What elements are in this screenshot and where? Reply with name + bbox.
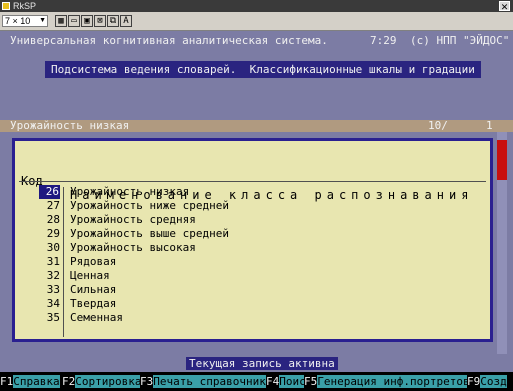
row-name: Урожайность высокая — [70, 241, 196, 254]
record-count: 10/ — [428, 119, 448, 132]
paste-button[interactable]: ▣ — [81, 15, 93, 27]
table-row[interactable]: 34 Твердая — [15, 297, 490, 311]
table-header: Код Наименование класса распознавания — [15, 160, 490, 202]
row-code: 32 — [46, 269, 60, 282]
scrollbar[interactable] — [497, 132, 507, 354]
font-button[interactable]: A — [120, 15, 132, 27]
function-key-bar: F1Справка F2Сортировка F3Печать справочн… — [0, 372, 513, 391]
scroll-thumb[interactable] — [497, 140, 507, 180]
font-size-select[interactable]: 7 × 10 ▼ — [2, 15, 48, 27]
table-row[interactable]: 27 Урожайность ниже средней — [15, 199, 490, 213]
row-name: Семенная — [70, 311, 123, 324]
toolbar: 7 × 10 ▼ ▦ ▭ ▣ ⊠ ⧉ A — [0, 12, 513, 31]
fkey-generate[interactable]: F5Генерация инф.портретов — [304, 375, 470, 389]
chevron-down-icon: ▼ — [39, 17, 46, 24]
system-header: Универсальная когнитивная аналитическая … — [0, 34, 513, 47]
table-row[interactable]: 29 Урожайность выше средней — [15, 227, 490, 241]
clock: 7:29 — [370, 34, 397, 47]
row-name: Урожайность низкая — [70, 185, 190, 198]
row-name: Рядовая — [70, 255, 117, 268]
record-bar: Урожайность низкая 10/ 1 — [0, 120, 513, 132]
row-code: 29 — [46, 227, 60, 240]
fkey-print[interactable]: F3Печать справочника — [140, 375, 273, 389]
table-row-selected[interactable]: 26 Урожайность низкая — [15, 185, 490, 199]
row-code: 34 — [46, 297, 60, 310]
table-row[interactable]: 30 Урожайность высокая — [15, 241, 490, 255]
header-divider — [19, 181, 486, 182]
copy-button[interactable]: ▭ — [68, 15, 80, 27]
row-name: Твердая — [70, 297, 117, 310]
row-name: Урожайность ниже средней — [70, 199, 229, 212]
current-record: Урожайность низкая — [10, 119, 130, 132]
copyright: (c) НПП "ЭЙДОС" — [410, 34, 510, 47]
font-size-value: 7 × 10 — [5, 16, 31, 26]
fkey-sort[interactable]: F2Сортировка — [62, 375, 142, 389]
classes-table: Код Наименование класса распознавания 26… — [12, 138, 493, 342]
row-code: 30 — [46, 241, 60, 254]
row-name: Урожайность выше средней — [70, 227, 229, 240]
window-title: RkSP — [13, 1, 37, 11]
app-icon — [2, 2, 10, 10]
table-row[interactable]: 31 Рядовая — [15, 255, 490, 269]
table-row[interactable]: 28 Урожайность средняя — [15, 213, 490, 227]
fkey-create[interactable]: F9Созд — [467, 375, 507, 389]
mark-button[interactable]: ▦ — [55, 15, 67, 27]
row-name: Урожайность средняя — [70, 213, 196, 226]
row-code: 28 — [46, 213, 60, 226]
fullscreen-button[interactable]: ⊠ — [94, 15, 106, 27]
record-total: 1 — [486, 119, 493, 132]
status-message: Текущая запись активна — [186, 357, 338, 370]
row-name: Ценная — [70, 269, 110, 282]
table-row[interactable]: 33 Сильная — [15, 283, 490, 297]
subsystem-title: Подсистема ведения словарей. Классификац… — [45, 61, 481, 78]
row-code: 26 — [39, 185, 60, 199]
row-code: 35 — [46, 311, 60, 324]
close-button[interactable]: ✕ — [499, 1, 510, 12]
window-title-bar: RkSP ✕ — [0, 0, 513, 12]
row-code: 33 — [46, 283, 60, 296]
dos-screen: Универсальная когнитивная аналитическая … — [0, 31, 513, 391]
table-row[interactable]: 35 Семенная — [15, 311, 490, 325]
table-row[interactable]: 32 Ценная — [15, 269, 490, 283]
properties-button[interactable]: ⧉ — [107, 15, 119, 27]
row-name: Сильная — [70, 283, 117, 296]
row-code: 27 — [46, 199, 60, 212]
row-code: 31 — [46, 255, 60, 268]
fkey-help[interactable]: F1Справка — [0, 375, 60, 389]
system-title: Универсальная когнитивная аналитическая … — [10, 34, 328, 47]
